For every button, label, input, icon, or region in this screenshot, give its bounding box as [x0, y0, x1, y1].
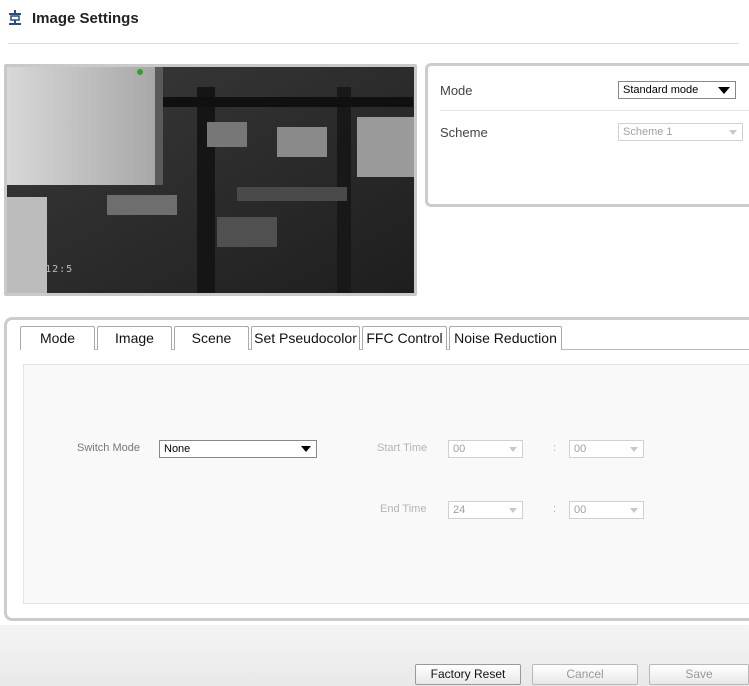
scheme-label: Scheme — [440, 125, 488, 140]
scheme-row: Scheme Scheme 1 — [440, 113, 749, 153]
chevron-down-icon — [718, 87, 730, 94]
tab-noise-reduction-label: Noise Reduction — [454, 330, 557, 346]
tab-image[interactable]: Image — [97, 326, 172, 350]
mode-select-value: Standard mode — [623, 84, 699, 96]
mode-panel: Mode Standard mode Scheme Scheme 1 — [425, 63, 749, 207]
tab-scene-label: Scene — [191, 330, 232, 346]
save-button[interactable]: Save — [649, 664, 749, 685]
start-hour-value: 00 — [453, 443, 466, 455]
tab-mode-label: Mode — [39, 330, 76, 346]
end-hour-value: 24 — [453, 504, 466, 516]
switch-mode-value: None — [164, 443, 191, 455]
start-minute-value: 00 — [574, 443, 587, 455]
tab-ffc-control[interactable]: FFC Control — [362, 326, 447, 350]
chevron-down-icon — [509, 508, 517, 513]
chevron-down-icon — [729, 130, 737, 135]
tab-ffc-control-label: FFC Control — [366, 330, 443, 346]
mode-select[interactable]: Standard mode — [618, 81, 736, 99]
settings-icon — [9, 10, 21, 25]
tab-mode[interactable]: Mode — [20, 326, 95, 350]
mode-row: Mode Standard mode — [440, 71, 749, 111]
tab-bar: Mode Image Scene Set Pseudocolor FFC Con… — [20, 326, 564, 350]
switch-mode-select[interactable]: None — [159, 440, 317, 458]
switch-mode-label: Switch Mode — [77, 442, 140, 454]
video-preview: [01 12:5 — [4, 64, 417, 296]
chevron-down-icon — [301, 446, 311, 452]
chevron-down-icon — [630, 447, 638, 452]
mode-tab-content: Switch Mode None Start Time 00 : 00 End … — [23, 364, 749, 604]
cancel-button[interactable]: Cancel — [532, 664, 638, 685]
settings-panel: Mode Image Scene Set Pseudocolor FFC Con… — [4, 317, 749, 621]
video-frame — [7, 67, 414, 293]
factory-reset-button[interactable]: Factory Reset — [415, 664, 521, 685]
time-separator: : — [553, 442, 557, 454]
tab-scene[interactable]: Scene — [174, 326, 249, 350]
chevron-down-icon — [509, 447, 517, 452]
start-minute-select[interactable]: 00 — [569, 440, 644, 458]
video-timestamp: [01 12:5 — [17, 264, 74, 275]
scheme-select-value: Scheme 1 — [623, 126, 673, 138]
time-separator: : — [553, 503, 557, 515]
end-minute-select[interactable]: 00 — [569, 501, 644, 519]
mode-label: Mode — [440, 83, 473, 98]
end-hour-select[interactable]: 24 — [448, 501, 523, 519]
scheme-select[interactable]: Scheme 1 — [618, 123, 743, 141]
tab-set-pseudocolor[interactable]: Set Pseudocolor — [251, 326, 360, 350]
end-time-label: End Time — [380, 503, 427, 515]
end-minute-value: 00 — [574, 504, 587, 516]
start-time-label: Start Time — [377, 442, 428, 454]
start-hour-select[interactable]: 00 — [448, 440, 523, 458]
chevron-down-icon — [630, 508, 638, 513]
page-title: Image Settings — [32, 10, 139, 27]
tab-image-label: Image — [115, 330, 154, 346]
tab-set-pseudocolor-label: Set Pseudocolor — [254, 330, 357, 346]
tab-noise-reduction[interactable]: Noise Reduction — [449, 326, 562, 350]
page-header: Image Settings — [8, 0, 738, 44]
